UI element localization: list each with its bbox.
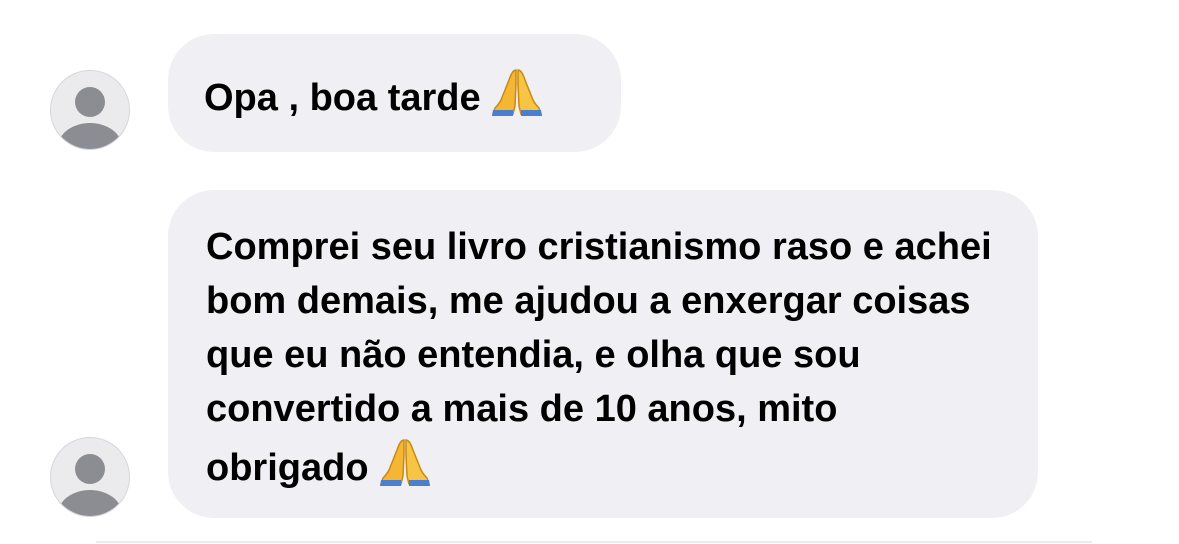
message-bubble[interactable]: Opa , boa tarde <box>168 34 621 152</box>
message-text: Comprei seu livro cristianismo raso e ac… <box>206 226 992 489</box>
folded-hands-icon <box>377 436 433 501</box>
folded-hands-icon <box>489 66 545 131</box>
divider <box>96 541 1092 543</box>
avatar-head-shape <box>75 87 105 117</box>
avatar-head-shape <box>75 454 105 484</box>
message-bubble[interactable]: Comprei seu livro cristianismo raso e ac… <box>168 190 1038 518</box>
avatar-shoulders-shape <box>58 123 122 149</box>
sender-avatar[interactable] <box>50 70 130 150</box>
sender-avatar[interactable] <box>50 437 130 517</box>
message-text: Opa , boa tarde <box>204 77 481 119</box>
avatar-shoulders-shape <box>58 490 122 516</box>
